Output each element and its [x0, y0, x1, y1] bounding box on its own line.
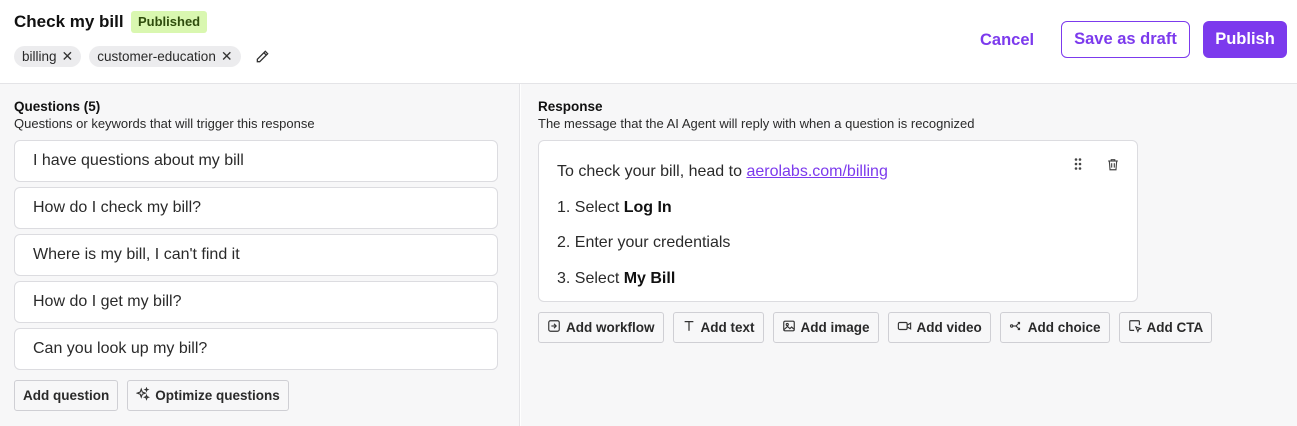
- step-text: 3. Select: [557, 270, 624, 287]
- step-bold-text: My Bill: [623, 270, 676, 287]
- question-item[interactable]: How do I check my bill?: [14, 187, 498, 229]
- add-workflow-label: Add workflow: [566, 320, 655, 335]
- tag-label: billing: [22, 49, 57, 64]
- page-title: Check my bill: [14, 12, 124, 31]
- questions-subheading: Questions or keywords that will trigger …: [14, 116, 315, 131]
- question-actions: Add question Optimize questions: [14, 380, 289, 411]
- trash-icon[interactable]: [1104, 155, 1122, 173]
- editor-header: Check my bill Published billing ✕ custom…: [0, 0, 1297, 84]
- pencil-icon[interactable]: [253, 47, 273, 67]
- response-toolbar: Add workflow Add text Add image Add vide…: [538, 312, 1213, 343]
- response-panel: Response The message that the AI Agent w…: [521, 84, 1297, 426]
- cancel-button[interactable]: Cancel: [972, 22, 1042, 58]
- cta-icon: [1128, 319, 1142, 336]
- tag-customer-education[interactable]: customer-education ✕: [89, 46, 241, 67]
- add-workflow-button[interactable]: Add workflow: [538, 312, 664, 343]
- optimize-questions-label: Optimize questions: [155, 388, 280, 403]
- question-item[interactable]: Can you look up my bill?: [14, 328, 498, 370]
- video-icon: [897, 319, 912, 336]
- question-item[interactable]: Where is my bill, I can't find it: [14, 234, 498, 276]
- response-step: 1. Select Log In: [557, 199, 672, 217]
- status-badge: Published: [131, 11, 208, 33]
- add-cta-button[interactable]: Add CTA: [1118, 312, 1213, 343]
- add-video-button[interactable]: Add video: [887, 312, 991, 343]
- add-image-label: Add image: [800, 320, 870, 335]
- add-text-label: Add text: [700, 320, 755, 335]
- add-question-label: Add question: [23, 388, 110, 403]
- add-video-label: Add video: [916, 320, 982, 335]
- tag-list: billing ✕ customer-education ✕: [14, 46, 273, 67]
- question-item[interactable]: How do I get my bill?: [14, 281, 498, 323]
- remove-tag-icon[interactable]: ✕: [62, 46, 74, 67]
- response-message-card[interactable]: To check your bill, head to aerolabs.com…: [538, 140, 1138, 302]
- response-step: 2. Enter your credentials: [557, 234, 730, 252]
- question-item[interactable]: I have questions about my bill: [14, 140, 498, 182]
- response-heading: Response: [538, 99, 603, 114]
- step-text: 1. Select: [557, 199, 624, 216]
- publish-button[interactable]: Publish: [1203, 21, 1287, 58]
- add-question-button[interactable]: Add question: [14, 380, 119, 411]
- remove-tag-icon[interactable]: ✕: [221, 46, 233, 67]
- save-as-draft-button[interactable]: Save as draft: [1061, 21, 1190, 58]
- drag-handle-icon[interactable]: [1069, 155, 1087, 173]
- question-list: I have questions about my bill How do I …: [14, 140, 498, 370]
- billing-link[interactable]: aerolabs.com/billing: [746, 163, 887, 180]
- add-cta-label: Add CTA: [1146, 320, 1204, 335]
- add-choice-button[interactable]: Add choice: [999, 312, 1110, 343]
- choice-icon: [1009, 319, 1023, 336]
- response-intro: To check your bill, head to aerolabs.com…: [557, 163, 888, 181]
- image-icon: [782, 319, 796, 336]
- tag-label: customer-education: [97, 49, 216, 64]
- response-subheading: The message that the AI Agent will reply…: [538, 116, 975, 131]
- tag-billing[interactable]: billing ✕: [14, 46, 82, 67]
- add-text-button[interactable]: Add text: [672, 312, 764, 343]
- sparkles-icon: [135, 386, 151, 404]
- questions-panel: Questions (5) Questions or keywords that…: [0, 84, 520, 426]
- response-intro-text: To check your bill, head to: [557, 163, 747, 180]
- add-image-button[interactable]: Add image: [772, 312, 879, 343]
- optimize-questions-button[interactable]: Optimize questions: [127, 380, 289, 411]
- response-step: 3. Select My Bill: [557, 270, 675, 288]
- questions-heading: Questions (5): [14, 99, 101, 114]
- step-bold-text: Log In: [623, 199, 672, 216]
- workflow-icon: [547, 319, 561, 336]
- step-text: 2. Enter your credentials: [557, 234, 731, 251]
- text-icon: [682, 319, 696, 336]
- add-choice-label: Add choice: [1027, 320, 1101, 335]
